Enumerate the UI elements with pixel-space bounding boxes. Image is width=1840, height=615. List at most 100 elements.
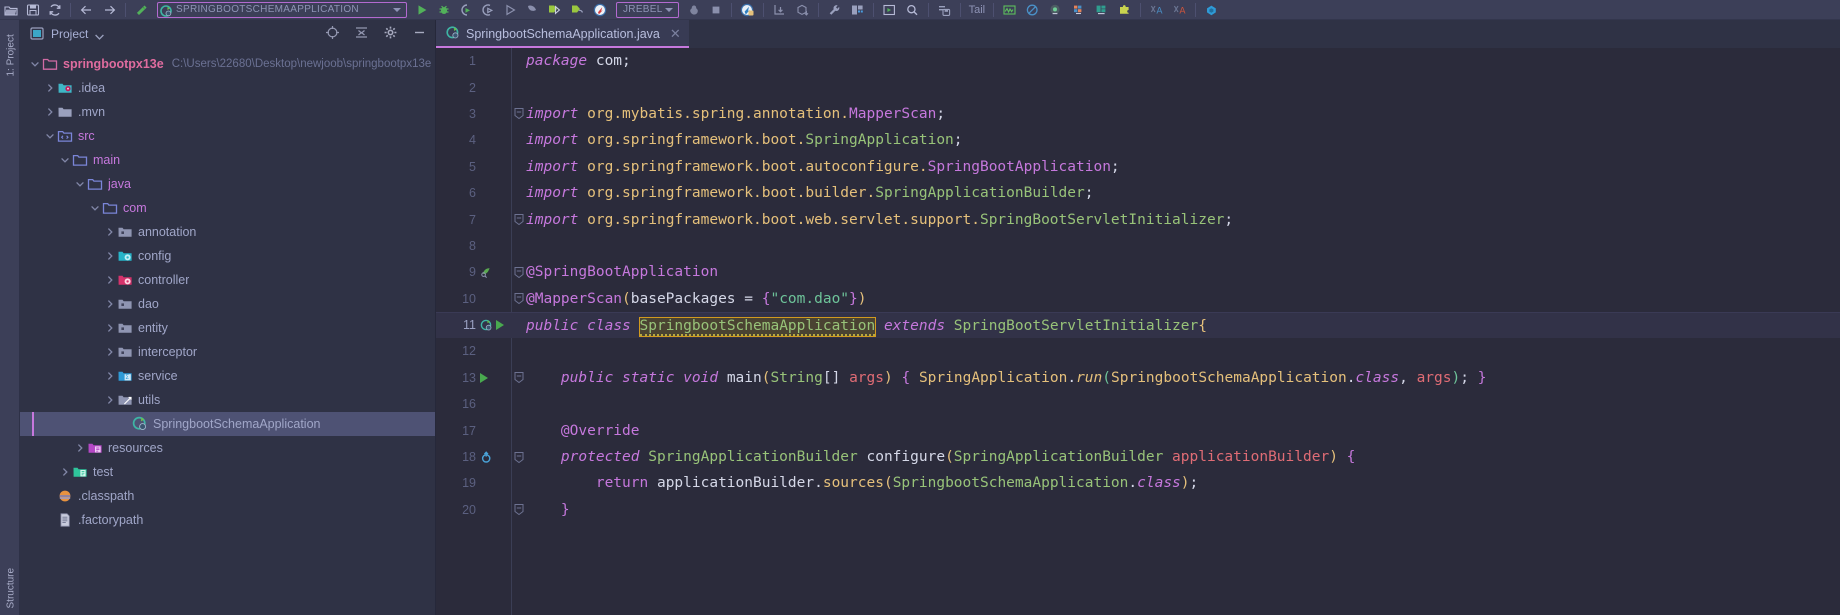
debug-button[interactable]: [433, 0, 455, 20]
chevron-right-icon[interactable]: [45, 82, 57, 94]
forward-arrow-icon[interactable]: [98, 0, 121, 20]
spring-run-icon[interactable]: [476, 319, 512, 332]
mute-breakpoints-icon[interactable]: [1021, 0, 1044, 20]
code-line[interactable]: 16: [436, 391, 1840, 417]
code-line[interactable]: 2: [436, 74, 1840, 100]
settings-gear-icon[interactable]: [383, 25, 398, 44]
deploy-icon[interactable]: [736, 0, 759, 20]
run-anything-icon[interactable]: [878, 0, 901, 20]
editor-tab-springboot-schema-application[interactable]: SpringbootSchemaApplication.java ✕: [436, 20, 689, 48]
run-gray-icon[interactable]: [499, 0, 521, 20]
layout-grid-icon[interactable]: [1067, 0, 1090, 20]
code-line[interactable]: 3 import org.mybatis.spring.annotation.Ma…: [436, 101, 1840, 127]
chevron-down-icon[interactable]: [393, 7, 401, 12]
rail-project-label[interactable]: 1: Project: [6, 27, 17, 76]
close-icon[interactable]: ✕: [670, 26, 681, 42]
tree-node-main[interactable]: main: [20, 148, 435, 172]
chevron-right-icon[interactable]: [75, 442, 87, 454]
code-line[interactable]: 6 import org.springframework.boot.builder…: [436, 180, 1840, 206]
chevron-right-icon[interactable]: [105, 298, 117, 310]
chevron-down-icon[interactable]: [30, 58, 42, 70]
tree-node-idea[interactable]: .idea: [20, 76, 435, 100]
chevron-down-icon[interactable]: [90, 202, 102, 214]
search-everywhere-icon[interactable]: [901, 0, 924, 20]
tree-node-springbootpx13e[interactable]: springbootpx13e C:\Users\22680\Desktop\ne…: [20, 52, 435, 76]
run-class-icon[interactable]: [496, 320, 504, 331]
tree-node-java[interactable]: java: [20, 172, 435, 196]
profile-icon[interactable]: [477, 0, 499, 20]
package-download-icon[interactable]: [791, 0, 814, 20]
chevron-down-icon[interactable]: [45, 130, 57, 142]
chevron-right-icon[interactable]: [60, 466, 72, 478]
code-line[interactable]: 19 return applicationBuilder.sources(Spr…: [436, 470, 1840, 496]
chevron-right-icon[interactable]: [105, 394, 117, 406]
tree-node-entity[interactable]: entity: [20, 316, 435, 340]
tree-node-classpath[interactable]: .classpath: [20, 484, 435, 508]
wrench-settings-icon[interactable]: [823, 0, 846, 20]
code-line[interactable]: 5 import org.springframework.boot.autocon…: [436, 154, 1840, 180]
fold-toggle-icon[interactable]: [512, 451, 526, 463]
code-line[interactable]: 17 @Override: [436, 417, 1840, 443]
chevron-right-icon[interactable]: [105, 322, 117, 334]
tree-node-factorypath[interactable]: .factorypath: [20, 508, 435, 532]
translate-red-icon[interactable]: A: [1168, 0, 1191, 20]
fold-toggle-icon[interactable]: [512, 214, 526, 226]
code-line[interactable]: 12: [436, 338, 1840, 364]
run-configuration-selector[interactable]: SPRINGBOOTSCHEMAAPPLICATION: [153, 0, 411, 20]
code-line[interactable]: 8: [436, 233, 1840, 259]
tree-node-interceptor[interactable]: interceptor: [20, 340, 435, 364]
jrebel-toggle[interactable]: JREBEL: [612, 0, 683, 20]
tail-log-button[interactable]: Tail: [965, 0, 990, 20]
attach-process-icon[interactable]: [566, 0, 589, 20]
debug-gray-icon[interactable]: [521, 0, 543, 20]
fold-toggle-icon[interactable]: [512, 504, 526, 516]
sync-refresh-icon[interactable]: [44, 0, 66, 20]
rail-structure-label[interactable]: Structure: [6, 559, 17, 609]
stop-icon[interactable]: [705, 0, 727, 20]
override-method-icon[interactable]: [476, 450, 512, 464]
code-line[interactable]: 4 import org.springframework.boot.SpringA…: [436, 127, 1840, 153]
tree-node-com[interactable]: com: [20, 196, 435, 220]
hide-panel-icon[interactable]: [412, 25, 427, 44]
chevron-down-icon[interactable]: [60, 154, 72, 166]
jrebel-run-icon[interactable]: [589, 0, 612, 20]
code-lines[interactable]: 1 package com; 2 3 import org.mybatis.spring…: [436, 48, 1840, 615]
fold-toggle-icon[interactable]: [512, 372, 526, 384]
project-structure-icon[interactable]: [846, 0, 869, 20]
build-hammer-icon[interactable]: [130, 0, 153, 20]
run-with-coverage-icon[interactable]: [455, 0, 477, 20]
tree-node-test[interactable]: test: [20, 460, 435, 484]
run-button[interactable]: [411, 0, 433, 20]
tree-node-utils[interactable]: utils: [20, 388, 435, 412]
code-line[interactable]: 20 }: [436, 497, 1840, 523]
chevron-right-icon[interactable]: [105, 274, 117, 286]
plugin-puzzle-icon[interactable]: [1113, 0, 1136, 20]
collapse-all-icon[interactable]: [354, 25, 369, 44]
tree-node-mvn[interactable]: .mvn: [20, 100, 435, 124]
fold-toggle-icon[interactable]: [512, 266, 526, 278]
console-icon[interactable]: [933, 0, 956, 20]
chevron-right-icon[interactable]: [45, 106, 57, 118]
scroll-from-source-icon[interactable]: [325, 25, 340, 44]
code-line[interactable]: 1 package com;: [436, 48, 1840, 74]
chevron-right-icon[interactable]: [105, 346, 117, 358]
project-tree[interactable]: springbootpx13e C:\Users\22680\Desktop\ne…: [20, 48, 435, 615]
update-app-icon[interactable]: [683, 0, 705, 20]
tree-node-springbootschemaapplication[interactable]: SpringbootSchemaApplication: [20, 412, 435, 436]
database-icon[interactable]: [1044, 0, 1067, 20]
code-line[interactable]: 10 @MapperScan(basePackages = {"com.dao"}…: [436, 286, 1840, 312]
translate-blue-icon[interactable]: A: [1145, 0, 1168, 20]
spring-bean-icon[interactable]: [476, 266, 512, 279]
tree-node-resources[interactable]: resources: [20, 436, 435, 460]
terminal-tool-icon[interactable]: [1090, 0, 1113, 20]
chevron-down-icon[interactable]: [75, 178, 87, 190]
chevron-down-icon[interactable]: [664, 7, 673, 12]
save-all-icon[interactable]: [22, 0, 44, 20]
code-line[interactable]: 18 protected SpringApplicationBuilder co…: [436, 444, 1840, 470]
back-arrow-icon[interactable]: [75, 0, 98, 20]
tree-node-service[interactable]: Σservice: [20, 364, 435, 388]
download-icon[interactable]: [768, 0, 791, 20]
tree-node-annotation[interactable]: annotation: [20, 220, 435, 244]
tree-node-controller[interactable]: controller: [20, 268, 435, 292]
code-editor[interactable]: 1 package com; 2 3 import org.mybatis.spring…: [436, 48, 1840, 615]
